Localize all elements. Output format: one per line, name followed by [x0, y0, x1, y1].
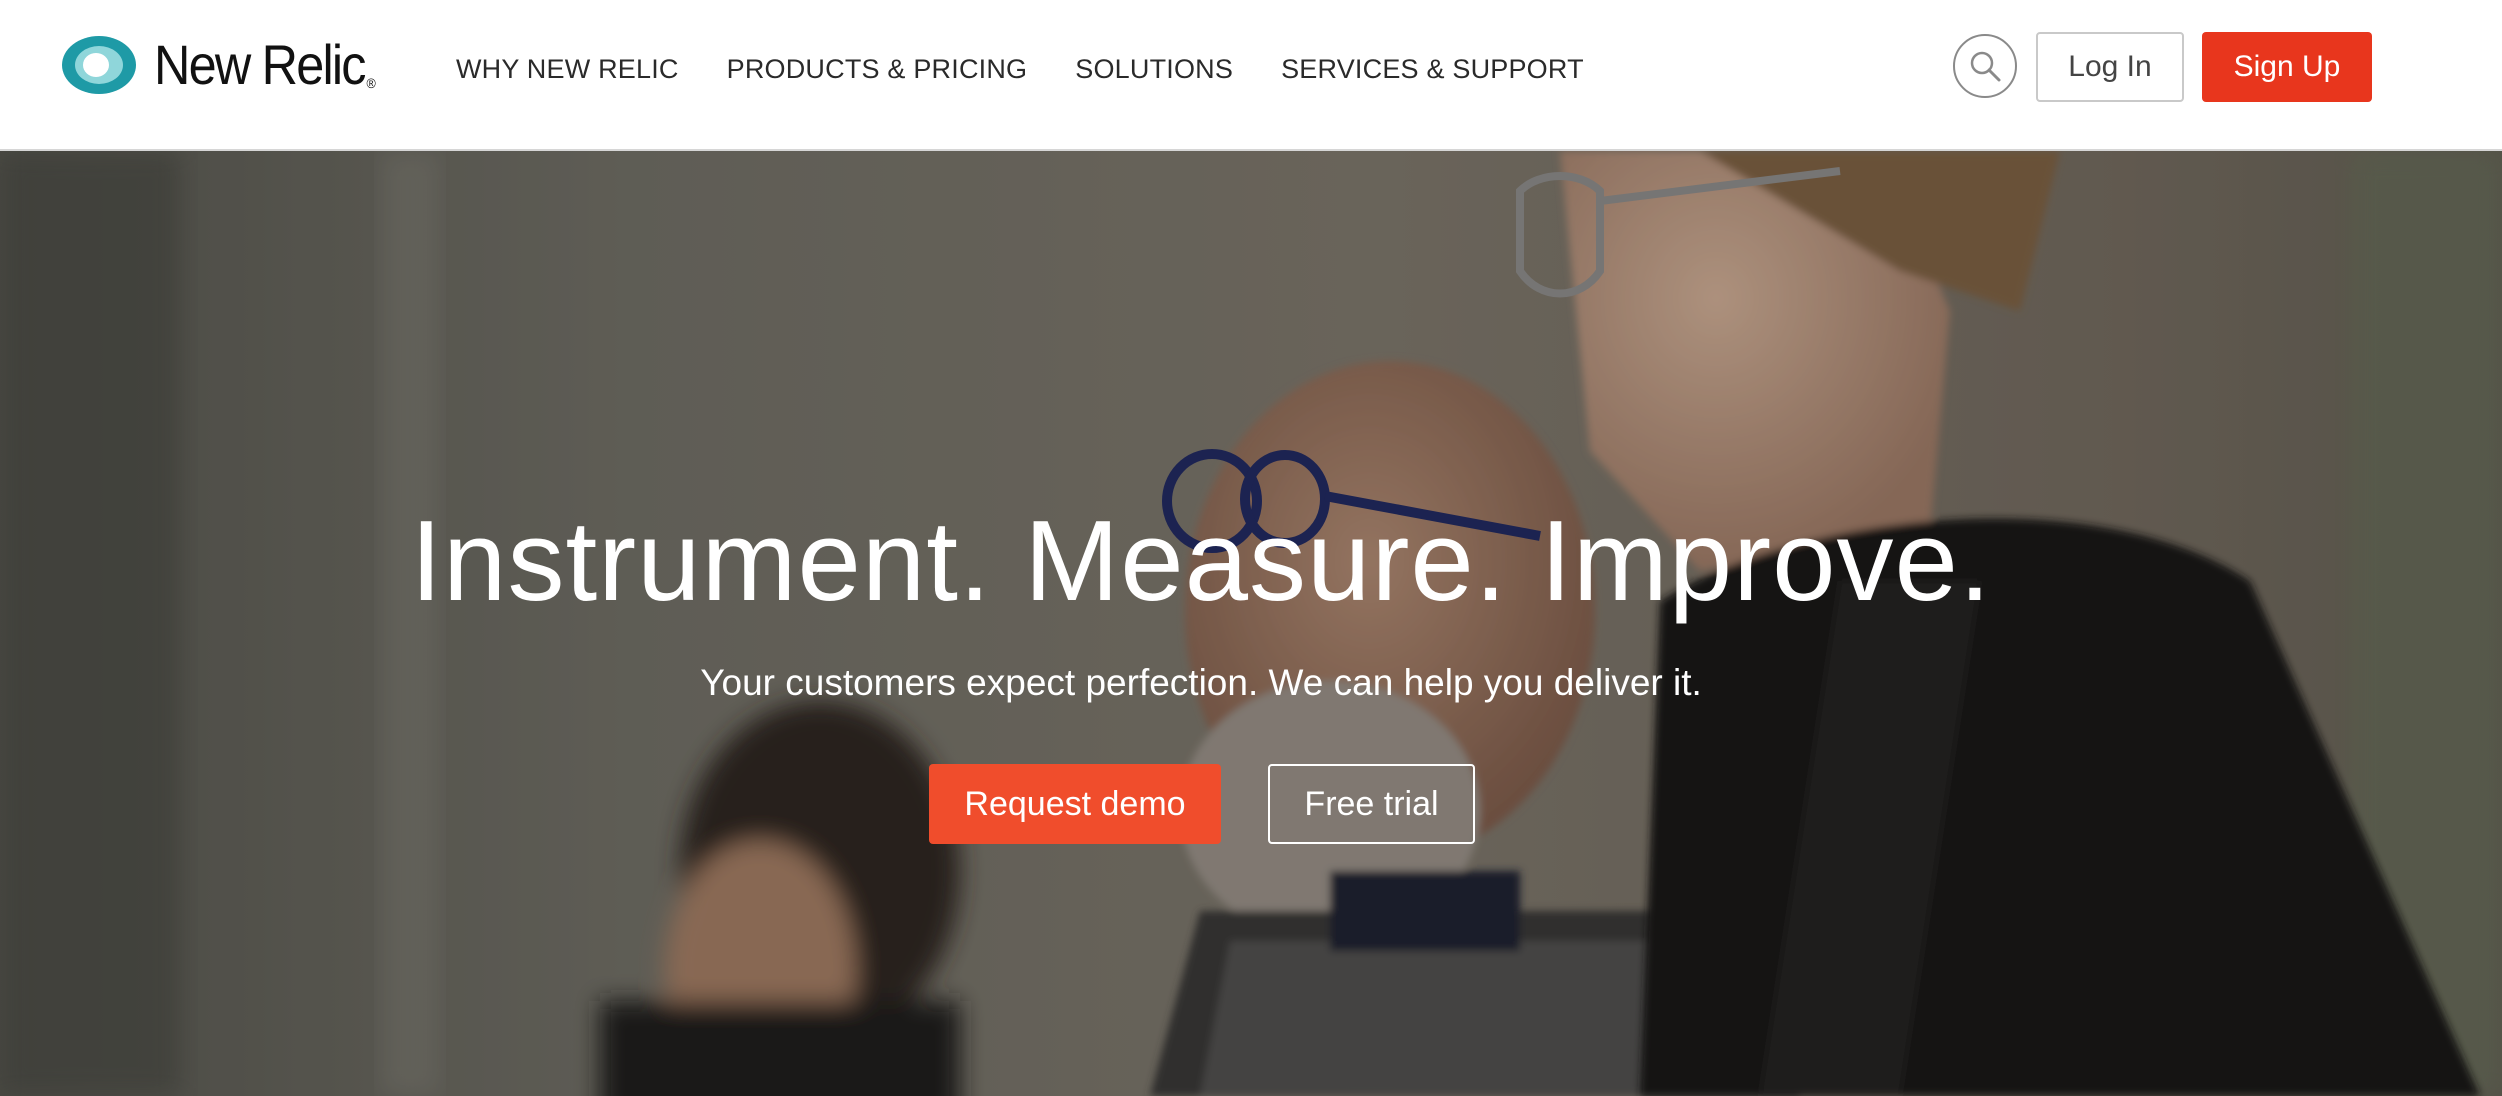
nav-products-pricing[interactable]: PRODUCTS & PRICING: [727, 54, 1028, 85]
hero-subtitle: Your customers expect perfection. We can…: [700, 662, 1702, 703]
search-icon: [1970, 51, 2001, 82]
free-trial-button[interactable]: Free trial: [1268, 764, 1475, 844]
logo-wordmark: New Relic ®: [154, 33, 376, 96]
nav-why-new-relic[interactable]: WHY NEW RELIC: [456, 54, 679, 85]
new-relic-logo[interactable]: New Relic ®: [60, 34, 398, 96]
site-header: New Relic ® WHY NEW RELIC PRODUCTS & PRIC…: [0, 0, 2502, 151]
hero-title: Instrument. Measure. Improve.: [410, 498, 1992, 625]
nav-solutions[interactable]: SOLUTIONS: [1075, 54, 1233, 85]
search-button[interactable]: [1953, 34, 2017, 98]
request-demo-button[interactable]: Request demo: [929, 764, 1221, 844]
new-relic-logo-icon: [62, 36, 136, 94]
main-nav: WHY NEW RELIC PRODUCTS & PRICING SOLUTIO…: [456, 54, 1584, 85]
signup-button[interactable]: Sign Up: [2202, 32, 2372, 102]
hero-section: Instrument. Measure. Improve. Your custo…: [0, 151, 2502, 1096]
login-button[interactable]: Log In: [2036, 32, 2184, 102]
nav-services-support[interactable]: SERVICES & SUPPORT: [1281, 54, 1584, 85]
